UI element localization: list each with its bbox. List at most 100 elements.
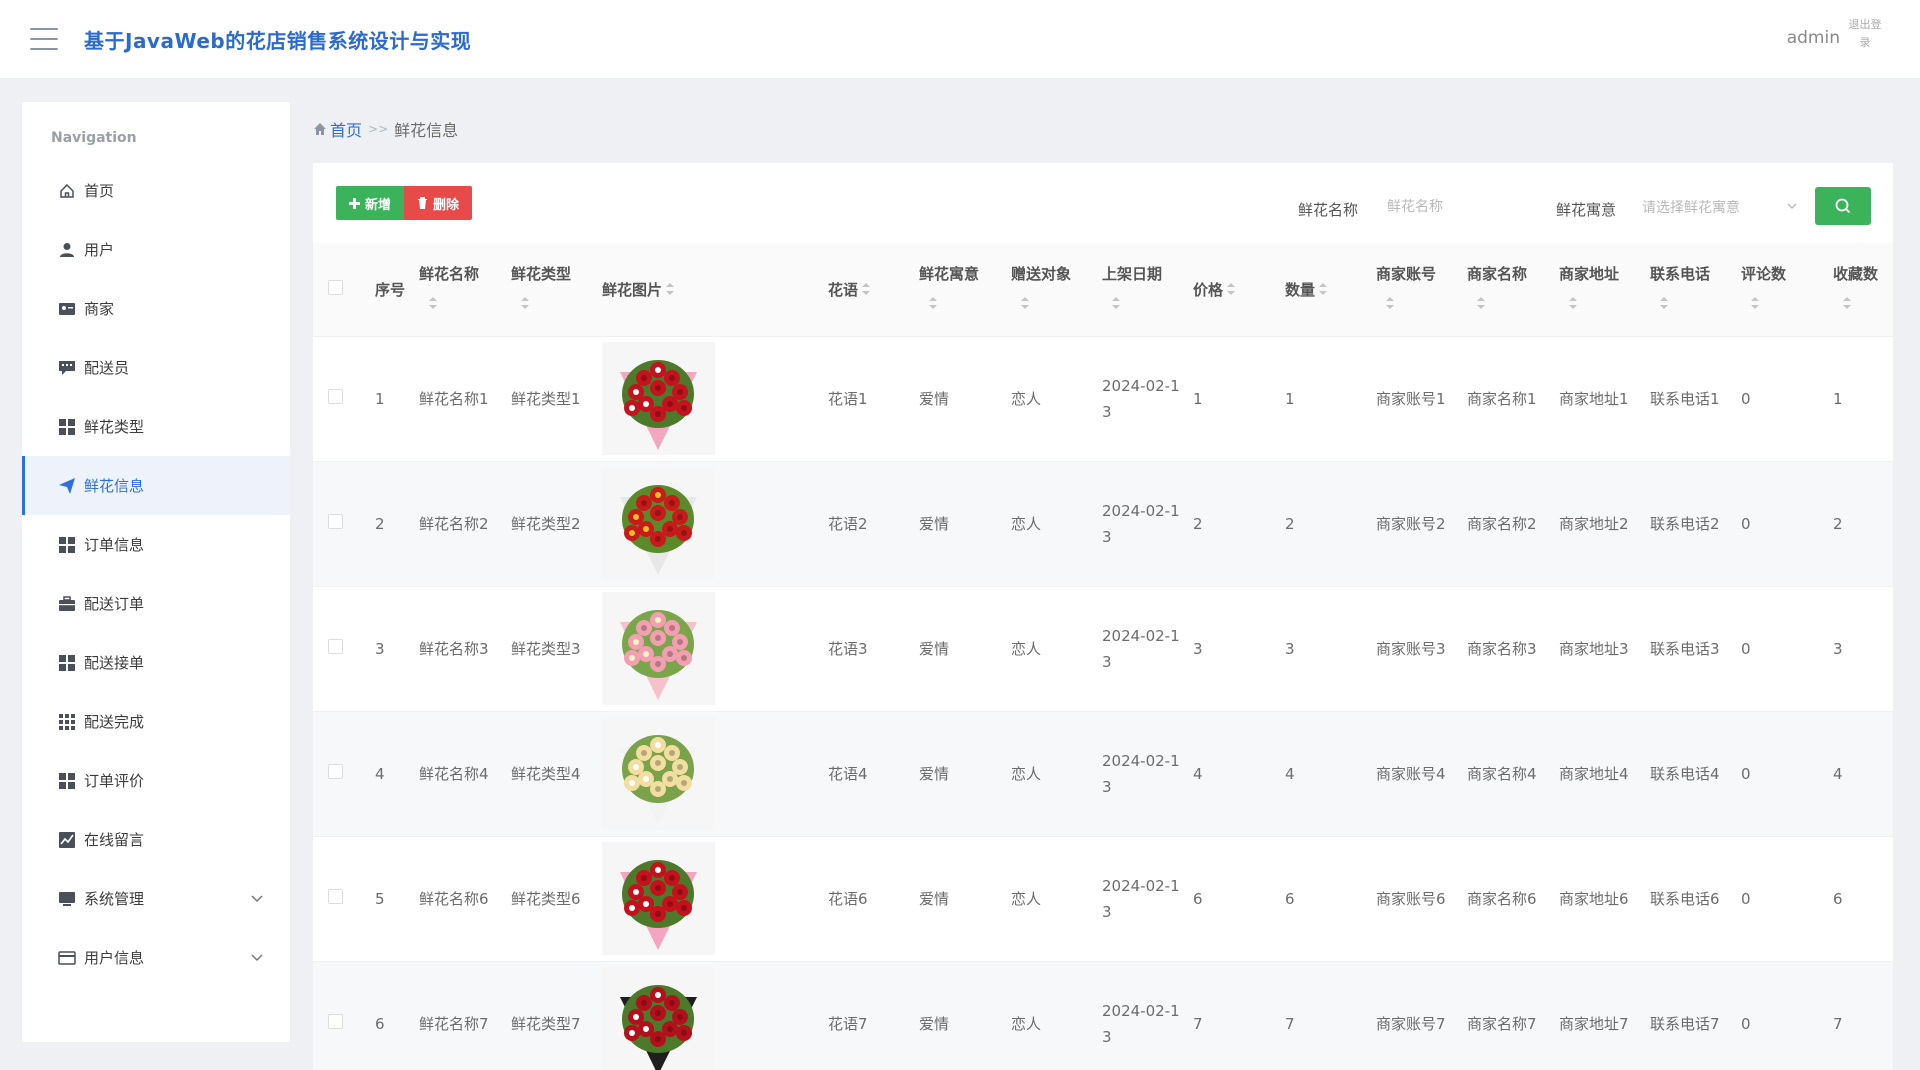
merchant-address: 商家地址1 <box>1559 389 1629 408</box>
sidebar-item[interactable]: 鲜花信息 <box>22 456 290 515</box>
sort-icon[interactable] <box>1751 290 1821 318</box>
table-row[interactable]: 4 鲜花名称4 鲜花类型4 花语4 爱情 恋人 2024-02-13 4 4 商家账号4 商家名称… <box>313 711 1893 836</box>
sort-icon[interactable] <box>1319 281 1328 299</box>
delete-button[interactable]: 删除 <box>404 186 472 220</box>
sidebar-item-label: 配送订单 <box>84 595 145 613</box>
row-checkbox[interactable] <box>328 638 343 654</box>
column-header-label: 评论数 <box>1741 265 1787 284</box>
flower-image[interactable] <box>602 842 715 955</box>
column-header[interactable]: 鲜花名称 <box>413 243 505 336</box>
sidebar-item[interactable]: 鲜花类型 <box>22 397 290 456</box>
flower-image[interactable] <box>602 717 715 830</box>
merchant-account: 商家账号4 <box>1376 764 1446 783</box>
grid-icon <box>59 418 75 435</box>
column-header[interactable]: 联系电话 <box>1644 243 1735 336</box>
sort-icon[interactable] <box>521 290 590 318</box>
grid-icon <box>58 536 76 554</box>
chevron-down-icon[interactable] <box>250 891 264 905</box>
flower-image[interactable] <box>602 342 715 455</box>
search-button[interactable] <box>1815 187 1871 225</box>
quantity: 4 <box>1285 764 1295 783</box>
sidebar-item[interactable]: 配送订单 <box>22 574 290 633</box>
sidebar-item-label: 订单评价 <box>84 772 145 790</box>
sidebar-item[interactable]: 配送员 <box>22 338 290 397</box>
sidebar-item[interactable]: 用户信息 <box>22 928 290 987</box>
sort-icon[interactable] <box>1660 290 1729 318</box>
chevron-down-icon[interactable] <box>250 950 264 964</box>
merchant-name: 商家名称2 <box>1467 514 1537 533</box>
flower-type: 鲜花类型4 <box>511 764 581 783</box>
column-header[interactable]: 价格 <box>1187 243 1279 336</box>
sidebar-item[interactable]: 配送接单 <box>22 633 290 692</box>
search-name-input[interactable] <box>1375 189 1515 225</box>
column-header-label: 商家名称 <box>1467 265 1528 284</box>
flower-image[interactable] <box>602 967 715 1070</box>
flower-image-cell <box>596 336 822 461</box>
row-checkbox-cell <box>313 461 357 586</box>
id-card-icon <box>59 302 75 315</box>
sidebar-item[interactable]: 商家 <box>22 279 290 338</box>
favorite-count: 6 <box>1833 889 1843 908</box>
sort-icon[interactable] <box>929 290 999 318</box>
sidebar-item[interactable]: 用户 <box>22 220 290 279</box>
column-header[interactable]: 鲜花寓意 <box>913 243 1005 336</box>
table-row[interactable]: 6 鲜花名称7 鲜花类型7 花语7 爱情 恋人 2024-02-13 7 7 商家账号7 商家名称… <box>313 961 1893 1070</box>
add-button[interactable]: 新增 <box>336 186 404 220</box>
price: 7 <box>1193 1014 1203 1033</box>
row-checkbox[interactable] <box>328 513 343 529</box>
table-row[interactable]: 3 鲜花名称3 鲜花类型3 花语3 爱情 恋人 2024-02-13 3 3 商家账号3 商家名称… <box>313 586 1893 711</box>
sort-icon[interactable] <box>862 281 871 299</box>
column-header[interactable]: 序号 <box>357 243 413 336</box>
flower-language: 花语7 <box>828 1014 868 1033</box>
quantity: 7 <box>1285 1014 1295 1033</box>
column-header[interactable]: 收藏数 <box>1827 243 1893 336</box>
sidebar-item[interactable]: 在线留言 <box>22 810 290 869</box>
table-row[interactable]: 5 鲜花名称6 鲜花类型6 花语6 爱情 恋人 2024-02-13 6 6 商家账号6 商家名称… <box>313 836 1893 961</box>
breadcrumb-home[interactable]: 首页 <box>313 117 362 141</box>
row-checkbox[interactable] <box>328 763 343 779</box>
column-header[interactable]: 赠送对象 <box>1005 243 1096 336</box>
row-checkbox[interactable] <box>328 888 343 904</box>
table-row[interactable]: 1 鲜花名称1 鲜花类型1 花语1 爱情 恋人 2024-02-13 1 1 商家账号1 商家名称… <box>313 336 1893 461</box>
column-header[interactable]: 鲜花图片 <box>596 243 822 336</box>
menu-toggle-icon[interactable] <box>30 28 58 50</box>
row-checkbox[interactable] <box>328 1013 343 1029</box>
sidebar-item[interactable]: 订单信息 <box>22 515 290 574</box>
row-checkbox[interactable] <box>328 388 343 404</box>
column-header[interactable]: 评论数 <box>1735 243 1827 336</box>
sort-icon[interactable] <box>1021 290 1090 318</box>
flower-meaning: 爱情 <box>919 514 950 533</box>
sort-icon[interactable] <box>1227 281 1236 299</box>
table-row[interactable]: 2 鲜花名称2 鲜花类型2 花语2 爱情 恋人 2024-02-13 2 2 商家账号2 商家名称… <box>313 461 1893 586</box>
current-user[interactable]: admin <box>1787 28 1840 48</box>
column-header[interactable]: 花语 <box>822 243 913 336</box>
search-meaning-select[interactable]: 请选择鲜花寓意 <box>1630 189 1808 225</box>
sort-icon[interactable] <box>1386 290 1455 318</box>
sort-icon[interactable] <box>429 290 499 318</box>
column-header[interactable]: 鲜花类型 <box>505 243 596 336</box>
column-header[interactable]: 商家账号 <box>1370 243 1461 336</box>
recipient: 恋人 <box>1011 389 1042 408</box>
sort-icon[interactable] <box>1843 290 1887 318</box>
sidebar-item[interactable]: 配送完成 <box>22 692 290 751</box>
sort-icon[interactable] <box>1112 290 1181 318</box>
select-all-checkbox[interactable] <box>328 279 343 295</box>
logout-link[interactable]: 退出登录 <box>1848 16 1882 52</box>
column-header[interactable]: 数量 <box>1279 243 1370 336</box>
flower-image[interactable] <box>602 467 715 580</box>
column-header[interactable]: 上架日期 <box>1096 243 1187 336</box>
column-header[interactable]: 商家名称 <box>1461 243 1553 336</box>
price: 1 <box>1193 389 1203 408</box>
sort-icon[interactable] <box>666 281 675 299</box>
sidebar-item[interactable]: 系统管理 <box>22 869 290 928</box>
sidebar-item[interactable]: 订单评价 <box>22 751 290 810</box>
sort-icon[interactable] <box>1569 290 1638 318</box>
flower-image[interactable] <box>602 592 715 705</box>
listing-date: 2024-02-13 <box>1102 501 1180 546</box>
sort-icon[interactable] <box>1477 290 1547 318</box>
column-header-label: 鲜花图片 <box>602 280 663 299</box>
column-header[interactable]: 商家地址 <box>1553 243 1644 336</box>
card-icon <box>58 949 76 967</box>
comment-count: 0 <box>1741 1014 1751 1033</box>
sidebar-item[interactable]: 首页 <box>22 161 290 220</box>
